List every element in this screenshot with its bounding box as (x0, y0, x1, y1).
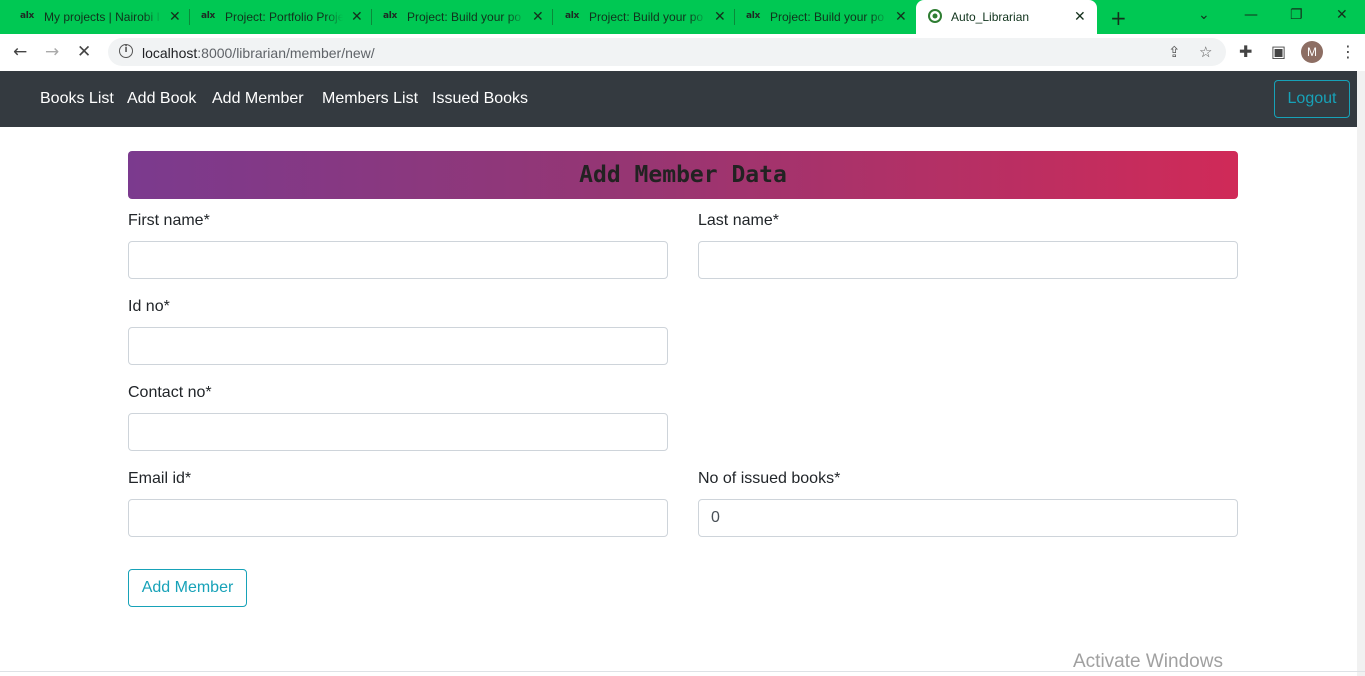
alx-favicon-icon: alx (383, 11, 398, 21)
tab-search-chevron-icon[interactable]: ⌄ (1198, 7, 1210, 23)
close-window-icon[interactable]: ✕ (1336, 7, 1348, 23)
alx-favicon-icon: alx (565, 11, 580, 21)
tab-title: Project: Build your po (589, 10, 704, 24)
librarian-icon (928, 9, 942, 26)
close-icon[interactable]: ✕ (1074, 9, 1086, 25)
alx-favicon-icon: alx (201, 11, 216, 21)
page-scrollbar[interactable] (1357, 71, 1365, 676)
close-icon[interactable]: ✕ (895, 9, 907, 25)
site-navbar: Books List Add Book Add Member Members L… (0, 71, 1365, 127)
new-tab-icon[interactable]: + (1110, 6, 1127, 30)
email-label: Email id* (128, 470, 192, 487)
alx-favicon-icon: alx (20, 11, 35, 21)
back-arrow-icon[interactable]: ← (13, 42, 27, 62)
activate-windows-watermark: Activate Windows (1073, 651, 1223, 672)
tab-title: Auto_Librarian (951, 10, 1030, 24)
url-host: localhost (142, 45, 198, 61)
close-icon[interactable]: ✕ (351, 9, 363, 25)
id-no-label: Id no* (128, 298, 170, 315)
stop-loading-icon[interactable]: ✕ (77, 42, 91, 62)
address-bar[interactable]: i localhost:8000/librarian/member/new/ ⇪… (108, 38, 1226, 66)
avatar[interactable]: M (1301, 41, 1323, 63)
browser-tab-strip: alx My projects | Nairobi I ✕ alx Projec… (0, 0, 1365, 34)
page-title: Add Member Data (579, 162, 787, 188)
logout-button[interactable]: Logout (1274, 80, 1350, 118)
last-name-input[interactable] (698, 241, 1238, 279)
email-input[interactable] (128, 499, 668, 537)
issued-books-input[interactable] (698, 499, 1238, 537)
form-header: Add Member Data (128, 151, 1238, 199)
add-member-button[interactable]: Add Member (128, 569, 247, 607)
browser-tab[interactable]: alx Project: Build your po ✕ (545, 0, 735, 34)
extensions-puzzle-icon[interactable]: ✚ (1239, 42, 1252, 61)
nav-link-add-member[interactable]: Add Member (212, 90, 304, 108)
browser-tab[interactable]: alx Project: Build your po ✕ (363, 0, 553, 34)
alx-favicon-icon: alx (746, 11, 761, 21)
share-icon[interactable]: ⇪ (1168, 43, 1181, 61)
tab-title: My projects | Nairobi I (44, 10, 160, 24)
side-panel-icon[interactable]: ▣ (1271, 42, 1286, 61)
nav-link-books-list[interactable]: Books List (40, 90, 114, 108)
url-text: localhost:8000/librarian/member/new/ (142, 45, 375, 61)
site-info-icon[interactable]: i (119, 44, 133, 58)
more-menu-icon[interactable]: ⋮ (1340, 42, 1356, 61)
tab-title: Project: Build your po (770, 10, 885, 24)
nav-link-add-book[interactable]: Add Book (127, 90, 196, 108)
bookmark-star-icon[interactable]: ☆ (1199, 43, 1212, 61)
tab-title: Project: Portfolio Proje (225, 10, 343, 24)
id-no-input[interactable] (128, 327, 668, 365)
tab-title: Project: Build your po (407, 10, 522, 24)
nav-link-members-list[interactable]: Members List (322, 90, 418, 108)
close-icon[interactable]: ✕ (169, 9, 181, 25)
first-name-input[interactable] (128, 241, 668, 279)
first-name-label: First name* (128, 212, 210, 229)
url-path: :8000/librarian/member/new/ (197, 45, 375, 61)
restore-icon[interactable]: ❐ (1290, 7, 1303, 23)
minimize-icon[interactable]: — (1244, 7, 1258, 23)
nav-link-issued-books[interactable]: Issued Books (432, 90, 528, 108)
forward-arrow-icon[interactable]: → (45, 42, 59, 62)
contact-no-label: Contact no* (128, 384, 212, 401)
browser-tab[interactable]: alx My projects | Nairobi I ✕ (0, 0, 190, 34)
issued-books-label: No of issued books* (698, 470, 841, 487)
close-icon[interactable]: ✕ (532, 9, 544, 25)
browser-tab[interactable]: alx Project: Portfolio Proje ✕ (181, 0, 372, 34)
contact-no-input[interactable] (128, 413, 668, 451)
browser-toolbar: ← → ✕ i localhost:8000/librarian/member/… (0, 34, 1365, 71)
browser-tab-active[interactable]: Auto_Librarian ✕ (916, 0, 1097, 34)
browser-tab[interactable]: alx Project: Build your po ✕ (726, 0, 916, 34)
last-name-label: Last name* (698, 212, 779, 229)
close-icon[interactable]: ✕ (714, 9, 726, 25)
